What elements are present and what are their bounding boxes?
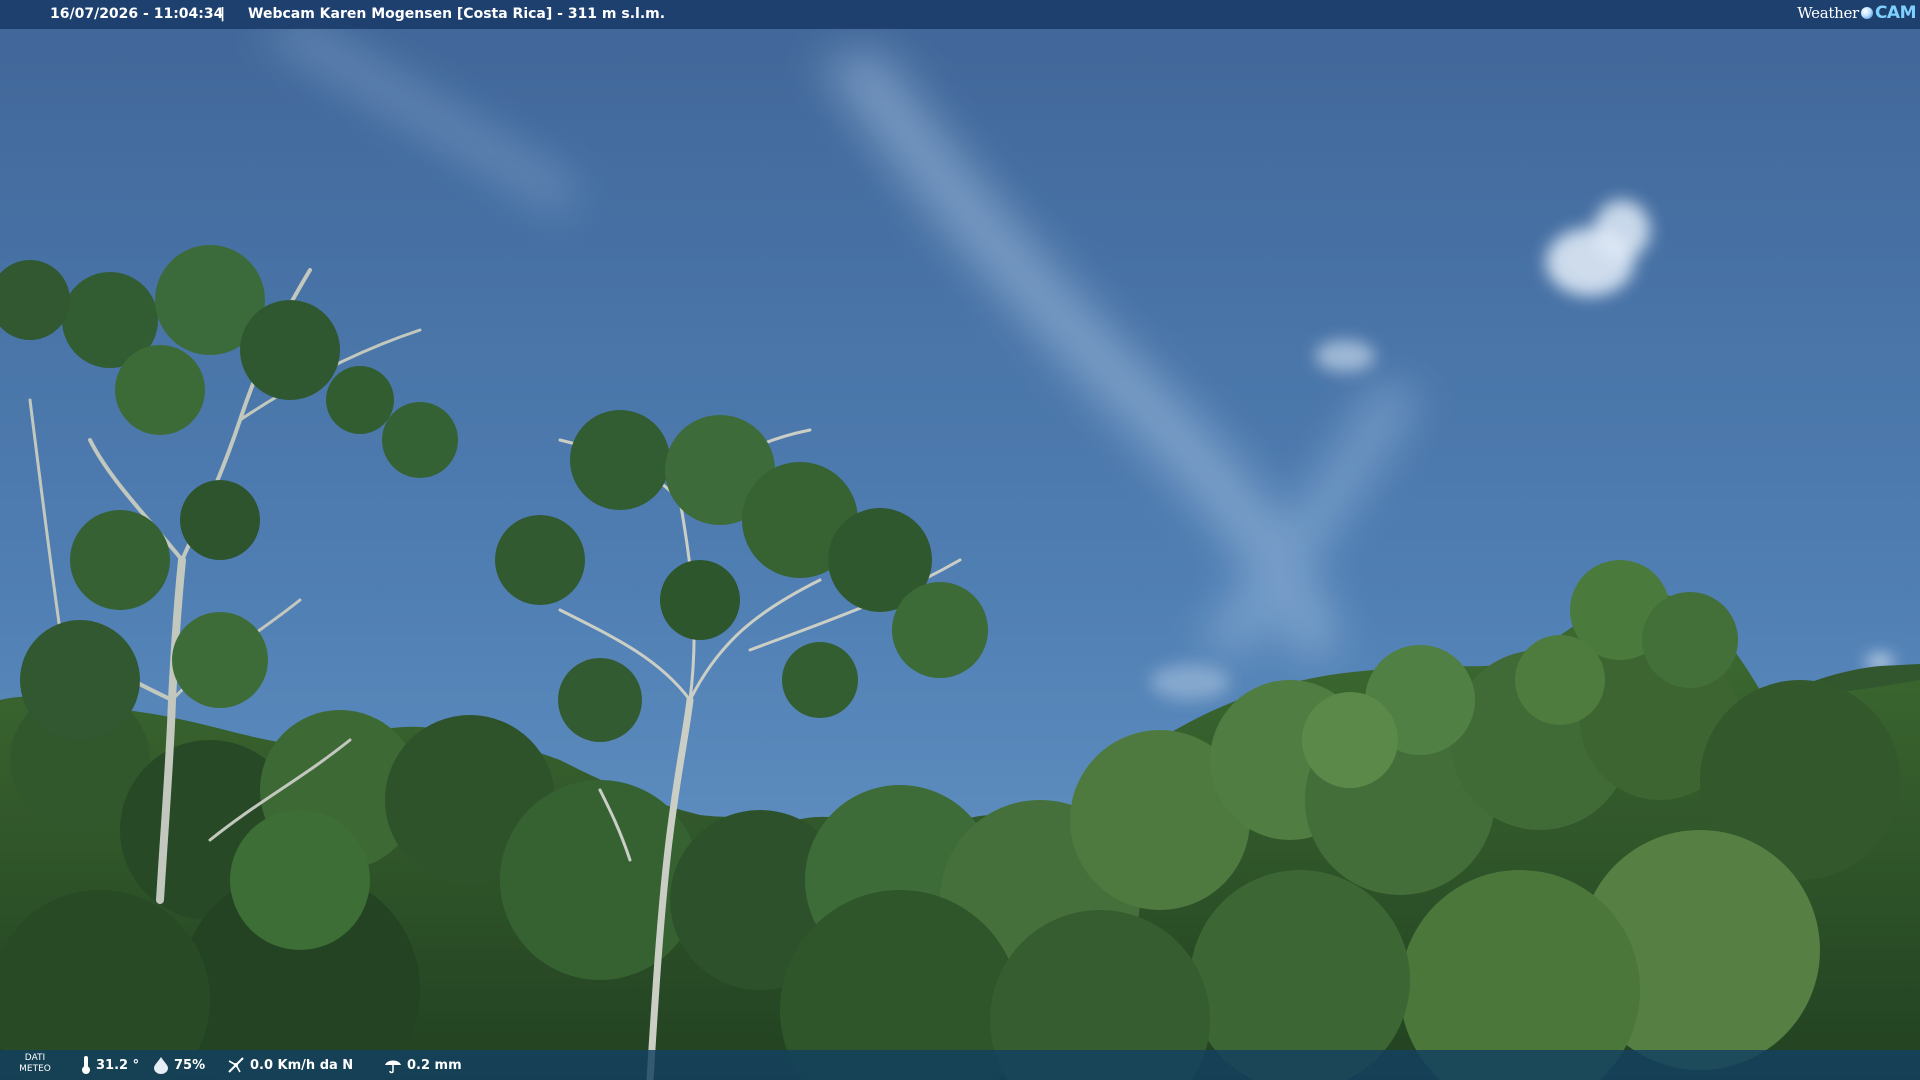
weather-label-line1: DATI (24, 1053, 46, 1063)
wind-reading: 0.0 Km/h da N (226, 1050, 353, 1080)
thermometer-icon (82, 1056, 90, 1074)
rain-icon (385, 1060, 401, 1074)
datetime-label: 16/07/2026 - 11:04:34 (50, 6, 224, 22)
humidity-reading: 75% (152, 1050, 205, 1080)
temperature-reading: 31.2 ° (80, 1050, 139, 1080)
rain-value: 0.2 mm (407, 1057, 462, 1073)
weather-label-line2: METEO (19, 1064, 51, 1074)
wind-value: 0.0 Km/h da N (250, 1057, 354, 1073)
webcam-caption: Webcam Karen Mogensen [Costa Rica] - 311… (248, 6, 666, 22)
weather-data-bar: DATI METEO 31.2 ° 75% 0.0 Km/h da N 0.2 … (0, 1050, 1920, 1080)
weather-globe-icon (1860, 7, 1873, 19)
webcam-image (0, 0, 1920, 1080)
rain-reading: 0.2 mm (383, 1050, 462, 1080)
logo-word: Weather (1797, 4, 1859, 22)
wind-icon (228, 1057, 244, 1073)
top-info-bar: 16/07/2026 - 11:04:34 | Webcam Karen Mog… (0, 0, 1920, 29)
weathercam-logo: Weather CAM (1797, 3, 1916, 23)
haze (0, 0, 1920, 1080)
humidity-drop-icon (154, 1057, 168, 1074)
temperature-value: 31.2 ° (96, 1057, 140, 1073)
logo-cam: CAM (1874, 3, 1917, 23)
weather-data-label: DATI METEO (14, 1053, 56, 1075)
humidity-value: 75% (174, 1057, 206, 1073)
separator: | (220, 6, 226, 22)
